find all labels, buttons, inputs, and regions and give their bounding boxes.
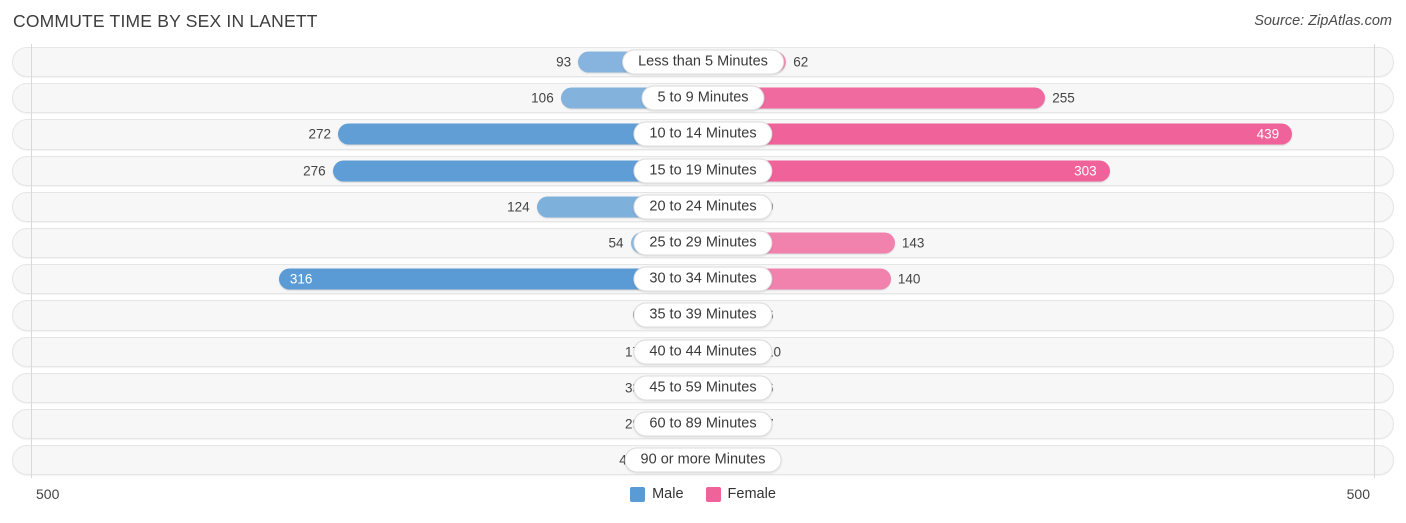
category-label: 40 to 44 Minutes (633, 339, 773, 365)
legend-item-female[interactable]: Female (705, 486, 776, 503)
male-value-label: 272 (308, 126, 331, 142)
chart-plot-area: 93 62 Less than 5 Minutes 106 255 5 to 9 Minu… (0, 44, 1406, 479)
male-value-label: 276 (303, 163, 326, 179)
category-label: 15 to 19 Minutes (633, 158, 773, 184)
chart-header: COMMUTE TIME BY SEX IN LANETT Source: Zi… (0, 0, 1406, 44)
female-value-inside: 439 (1256, 126, 1280, 142)
chart-row: 54 143 25 to 29 Minutes (12, 225, 1394, 261)
category-label: Less than 5 Minutes (622, 49, 784, 75)
chart-row: 272 439 10 to 14 Minutes (12, 116, 1394, 152)
legend-label-male: Male (652, 486, 684, 503)
axis-line-right (1374, 44, 1375, 479)
axis-line-left (31, 44, 32, 479)
chart-row: 93 62 Less than 5 Minutes (12, 44, 1394, 80)
category-label: 35 to 39 Minutes (633, 302, 773, 328)
male-value-label: 93 (556, 54, 572, 70)
chart-footer: 500 500 Male Female (0, 480, 1406, 512)
female-value-label: 255 (1052, 90, 1075, 106)
category-label: 45 to 59 Minutes (633, 375, 773, 401)
female-value-label: 62 (793, 54, 809, 70)
source-attribution: Source: ZipAtlas.com (1254, 13, 1392, 29)
female-bar[interactable]: 439 (703, 123, 1293, 145)
half-female: 439 (703, 123, 1293, 145)
category-label: 25 to 29 Minutes (633, 230, 773, 256)
chart-row: 106 255 5 to 9 Minutes (12, 80, 1394, 116)
female-value-inside: 303 (1074, 163, 1097, 179)
legend-swatch-female-icon (705, 486, 721, 502)
male-value-label: 106 (531, 90, 554, 106)
chart-row: 171040 to 44 Minutes (12, 334, 1394, 370)
category-label: 90 or more Minutes (624, 447, 782, 473)
chart-row: 276 303 15 to 19 Minutes (12, 153, 1394, 189)
page-title: COMMUTE TIME BY SEX IN LANETT (13, 11, 318, 31)
male-value-label: 124 (507, 199, 530, 215)
chart-row: 46090 or more Minutes (12, 442, 1394, 478)
male-value-label: 54 (608, 235, 624, 251)
female-value-label: 143 (901, 235, 925, 251)
chart-row: 0635 to 39 Minutes (12, 297, 1394, 333)
legend-label-female: Female (727, 486, 776, 503)
chart-row: 316 140 30 to 34 Minutes (12, 261, 1394, 297)
chart-row: 33645 to 59 Minutes (12, 370, 1394, 406)
chart-legend: Male Female (0, 486, 1406, 502)
chart-row: 29760 to 89 Minutes (12, 406, 1394, 442)
category-label: 60 to 89 Minutes (633, 411, 773, 437)
chart-row: 124920 to 24 Minutes (12, 189, 1394, 225)
female-value-label: 140 (897, 271, 921, 287)
category-label: 20 to 24 Minutes (633, 194, 773, 220)
male-value-inside: 316 (289, 271, 313, 287)
category-label: 10 to 14 Minutes (633, 121, 773, 147)
legend-swatch-male-icon (630, 486, 646, 502)
category-label: 30 to 34 Minutes (633, 266, 773, 292)
legend-item-male[interactable]: Male (630, 486, 684, 503)
category-label: 5 to 9 Minutes (641, 85, 765, 111)
